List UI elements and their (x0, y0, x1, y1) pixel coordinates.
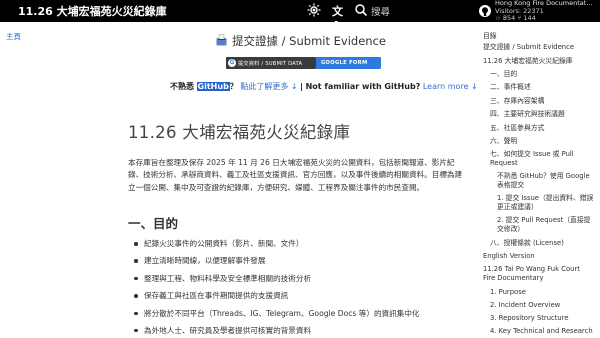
badge-right: GOOGLE FORM (316, 57, 381, 69)
submit-data-badge[interactable]: G 提交資料 / SUBMIT DATA GOOGLE FORM (226, 57, 381, 69)
brightness-icon[interactable] (307, 3, 321, 17)
github-prefix: 不熟悉 (170, 82, 194, 91)
list-item: 保存義工與社區在事件期間提供的支援資訊 (134, 291, 470, 308)
toc-item-statement[interactable]: 六、聲明 (490, 137, 517, 146)
top-header: 11.26 大埔宏福苑火災紀錄庫 文A 搜尋 Hong Kong Fire Do… (0, 0, 600, 32)
repo-forks: ⑂ 144 (517, 14, 536, 22)
intro-paragraph: 本存庫旨在整理及保存 2025 年 11 月 26 日大埔宏福苑火災的公開資料，… (128, 158, 463, 192)
badge-left: G 提交資料 / SUBMIT DATA (226, 57, 316, 69)
toc-item-submit-evidence[interactable]: 提交證據 / Submit Evidence (483, 43, 574, 52)
toc-title: 目錄 (483, 32, 497, 40)
search-label[interactable]: 搜尋 (371, 4, 390, 18)
badge-left-label: 提交資料 / SUBMIT DATA (238, 60, 303, 67)
toc-item-how-to-submit[interactable]: 七、如何提交 Issue 或 Pull Request (490, 150, 590, 168)
list-item: 整理與工程、物料科學及安全標準相關的技術分析 (134, 274, 470, 291)
toc-item-submit-pr[interactable]: 2. 提交 Pull Request（直接提交修改） (497, 216, 595, 234)
github-icon[interactable] (478, 4, 492, 18)
toc-item-title[interactable]: 11.26 大埔宏福苑火災紀錄庫 (483, 57, 573, 66)
purpose-list: 紀錄火災事件的公開資料（影片、新聞、文件） 建立清晰時間線，以便理解事件發展 整… (134, 239, 470, 338)
list-item: 建立清晰時間線，以便理解事件發展 (134, 256, 470, 273)
toc-item-community[interactable]: 五、社區參與方式 (490, 124, 544, 133)
toc-item-structure[interactable]: 三、存庫內容架構 (490, 97, 544, 106)
toc-item-submit-issue[interactable]: 1. 提交 Issue（提出資料、錯誤更正或建議） (497, 194, 595, 212)
github-sep: | (300, 82, 304, 91)
list-item: 紀錄火災事件的公開資料（影片、新聞、文件） (134, 239, 470, 256)
toc-item-english[interactable]: English Version (483, 252, 535, 261)
translate-icon[interactable]: 文A (332, 3, 346, 32)
page-title: 11.26 大埔宏福苑火災紀錄庫 (128, 123, 351, 142)
github-en-link[interactable]: Learn more ↓ (423, 82, 478, 91)
toc-item-google-form[interactable]: 不熟悉 GitHub？使用 Google 表格提交 (497, 172, 595, 190)
sidebar-home-link[interactable]: 主頁 (6, 31, 21, 42)
github-en: Not familiar with GitHub? (305, 82, 421, 91)
toc-item-en-research[interactable]: 4. Key Technical and Research (490, 327, 593, 336)
toc-item-purpose[interactable]: 一、目的 (490, 70, 517, 79)
repo-stars: ☆ 854 (495, 14, 516, 22)
search-icon[interactable] (354, 3, 368, 17)
list-item: 將分散於不同平台（Threads、IG、Telegram、Google Docs… (134, 309, 470, 326)
github-help-line: 不熟悉 GitHub？ 點此了解更多 ↓ | Not familiar with… (170, 81, 478, 92)
toc-item-license[interactable]: 八、授權條款 (License) (490, 239, 564, 248)
toc-item-research[interactable]: 四、主要研究與技術議題 (490, 110, 565, 119)
toc-item-en-overview[interactable]: 2. Incident Overview (490, 301, 560, 310)
google-icon: G (228, 59, 236, 67)
github-highlight: GitHub (196, 82, 230, 91)
submit-title: 提交證據 / Submit Evidence (232, 34, 386, 48)
submit-evidence-heading: 提交證據 / Submit Evidence (216, 33, 406, 49)
badge-right-label: GOOGLE FORM (321, 59, 368, 66)
toc-item-english-title[interactable]: 11.26 Tai Po Wang Fuk Court Fire Documen… (483, 265, 591, 283)
toc-item-en-structure[interactable]: 3. Repository Structure (490, 314, 569, 323)
toc-item-overview[interactable]: 二、事件概述 (490, 83, 531, 92)
ballot-box-icon (216, 34, 227, 46)
repo-info[interactable]: Hong Kong Fire Documentat... Visitors: 2… (495, 0, 599, 23)
site-title[interactable]: 11.26 大埔宏福苑火災紀錄庫 (18, 3, 167, 19)
github-q: ？ (229, 82, 238, 91)
list-item: 為外地人士、研究員及學者提供可核實的背景資料 (134, 326, 470, 338)
github-zh-link[interactable]: 點此了解更多 ↓ (240, 82, 297, 91)
section-heading-purpose: 一、目的 (128, 216, 179, 231)
toc-item-en-purpose[interactable]: 1. Purpose (490, 288, 526, 297)
